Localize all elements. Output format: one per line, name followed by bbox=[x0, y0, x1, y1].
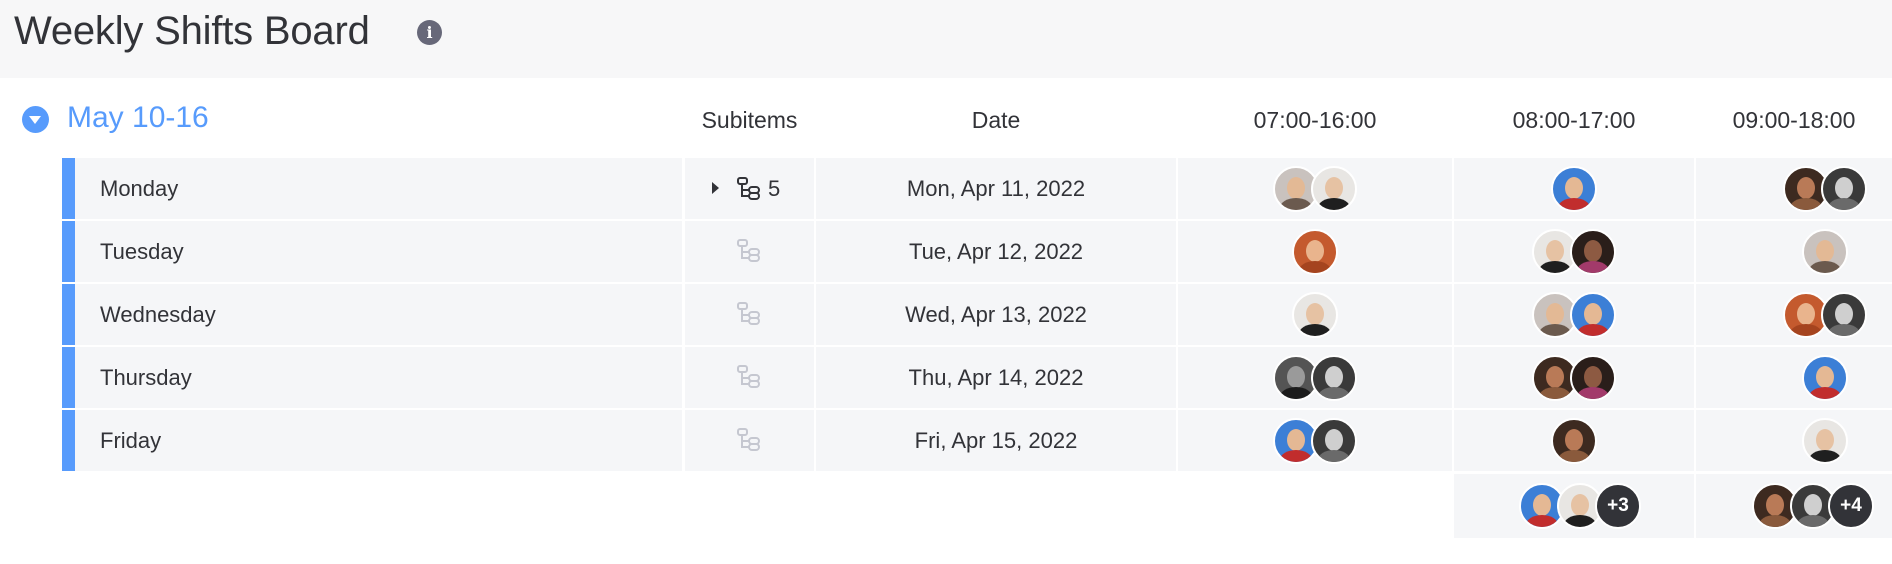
more-people-badge[interactable]: +3 bbox=[1595, 483, 1641, 529]
avatar-woman-dark[interactable] bbox=[1570, 229, 1616, 275]
column-header-shift-2[interactable]: 08:00-17:00 bbox=[1454, 106, 1694, 134]
info-icon[interactable]: i bbox=[417, 20, 442, 45]
avatar-group bbox=[1551, 166, 1597, 212]
avatar-group bbox=[1802, 355, 1848, 401]
subitems-cell[interactable] bbox=[685, 221, 814, 282]
avatar-woman-curly[interactable] bbox=[1551, 418, 1597, 464]
avatar-group bbox=[1802, 418, 1848, 464]
item-name: Friday bbox=[100, 428, 162, 453]
date-cell[interactable]: Fri, Apr 15, 2022 bbox=[816, 410, 1176, 471]
date-cell[interactable]: Tue, Apr 12, 2022 bbox=[816, 221, 1176, 282]
subitems-button[interactable]: 5 bbox=[712, 173, 802, 204]
avatar-superhero[interactable] bbox=[1802, 355, 1848, 401]
item-name-cell[interactable]: Monday bbox=[75, 158, 682, 219]
subitems-cell[interactable] bbox=[685, 347, 814, 408]
avatar-group bbox=[1532, 292, 1616, 338]
row-color-bar bbox=[62, 158, 75, 219]
avatar-woman-gray[interactable] bbox=[1821, 292, 1867, 338]
more-people-badge[interactable]: +4 bbox=[1828, 483, 1874, 529]
item-name-cell[interactable]: Thursday bbox=[75, 347, 682, 408]
row-color-bar bbox=[62, 347, 75, 408]
subitems-icon[interactable] bbox=[736, 301, 762, 327]
board-title[interactable]: Weekly Shifts Board bbox=[14, 9, 370, 53]
row-color-bar bbox=[62, 221, 75, 282]
people-cell-shift1[interactable] bbox=[1178, 158, 1452, 219]
people-cell-shift1[interactable] bbox=[1178, 284, 1452, 345]
item-name-cell[interactable]: Friday bbox=[75, 410, 682, 471]
board-header: Weekly Shifts Board i bbox=[0, 0, 1892, 78]
summary-shift-2: +3 bbox=[1454, 474, 1694, 538]
subitems-icon[interactable] bbox=[736, 427, 762, 453]
subitems-cell[interactable] bbox=[685, 284, 814, 345]
date-cell[interactable]: Mon, Apr 11, 2022 bbox=[816, 158, 1176, 219]
people-cell-shift1[interactable] bbox=[1178, 410, 1452, 471]
avatar-group bbox=[1551, 418, 1597, 464]
subitems-count: 5 bbox=[768, 176, 781, 201]
avatar-woman-light-hair[interactable] bbox=[1802, 229, 1848, 275]
avatar-group bbox=[1273, 418, 1357, 464]
item-name-cell[interactable]: Wednesday bbox=[75, 284, 682, 345]
avatar-group bbox=[1802, 229, 1848, 275]
summary-shift-3: +4 bbox=[1696, 474, 1892, 538]
item-name: Monday bbox=[100, 176, 179, 201]
people-cell-shift3[interactable] bbox=[1696, 410, 1892, 471]
people-cell-shift3[interactable] bbox=[1696, 347, 1892, 408]
avatar-group bbox=[1292, 292, 1338, 338]
people-cell-shift1[interactable] bbox=[1178, 221, 1452, 282]
avatar-group bbox=[1783, 292, 1867, 338]
avatar-woman-gray[interactable] bbox=[1821, 166, 1867, 212]
avatar-superhero[interactable] bbox=[1551, 166, 1597, 212]
item-name-cell[interactable]: Tuesday bbox=[75, 221, 682, 282]
column-header-shift-1[interactable]: 07:00-16:00 bbox=[1178, 106, 1452, 134]
date-cell[interactable]: Thu, Apr 14, 2022 bbox=[816, 347, 1176, 408]
subitems-icon[interactable] bbox=[736, 238, 762, 264]
avatar-group bbox=[1532, 355, 1616, 401]
avatar-superhero[interactable] bbox=[1570, 292, 1616, 338]
avatar-man-dark-shirt[interactable] bbox=[1802, 418, 1848, 464]
item-name: Tuesday bbox=[100, 239, 184, 264]
subitems-cell[interactable]: 5 bbox=[685, 158, 814, 219]
avatar-man-dark-shirt[interactable] bbox=[1311, 166, 1357, 212]
people-cell-shift3[interactable] bbox=[1696, 221, 1892, 282]
collapse-group-icon[interactable] bbox=[22, 106, 49, 133]
avatar-woman-red-hair[interactable] bbox=[1292, 229, 1338, 275]
people-cell-shift2[interactable] bbox=[1454, 158, 1694, 219]
group-title[interactable]: May 10-16 bbox=[67, 100, 209, 136]
subitems-icon bbox=[737, 177, 760, 200]
subitems-cell[interactable] bbox=[685, 410, 814, 471]
date-cell[interactable]: Wed, Apr 13, 2022 bbox=[816, 284, 1176, 345]
column-header-subitems[interactable]: Subitems bbox=[685, 106, 814, 134]
avatar-group bbox=[1273, 166, 1357, 212]
summary-avatars[interactable]: +3 bbox=[1519, 483, 1641, 529]
item-name: Wednesday bbox=[100, 302, 216, 327]
people-cell-shift1[interactable] bbox=[1178, 347, 1452, 408]
avatar-group bbox=[1783, 166, 1867, 212]
summary-avatars[interactable]: +4 bbox=[1752, 483, 1874, 529]
avatar-group bbox=[1292, 229, 1338, 275]
people-cell-shift3[interactable] bbox=[1696, 158, 1892, 219]
avatar-group bbox=[1273, 355, 1357, 401]
people-cell-shift2[interactable] bbox=[1454, 347, 1694, 408]
column-header-date[interactable]: Date bbox=[816, 106, 1176, 134]
row-color-bar bbox=[62, 284, 75, 345]
subitems-icon[interactable] bbox=[736, 364, 762, 390]
row-color-bar bbox=[62, 410, 75, 471]
avatar-woman-gray[interactable] bbox=[1311, 418, 1357, 464]
avatar-group bbox=[1532, 229, 1616, 275]
avatar-woman-dark[interactable] bbox=[1570, 355, 1616, 401]
people-cell-shift2[interactable] bbox=[1454, 221, 1694, 282]
people-cell-shift3[interactable] bbox=[1696, 284, 1892, 345]
avatar-man-dark-shirt[interactable] bbox=[1292, 292, 1338, 338]
avatar-woman-gray[interactable] bbox=[1311, 355, 1357, 401]
item-name: Thursday bbox=[100, 365, 192, 390]
expand-arrow-icon bbox=[712, 182, 719, 194]
column-header-shift-3[interactable]: 09:00-18:00 bbox=[1696, 106, 1892, 134]
people-cell-shift2[interactable] bbox=[1454, 410, 1694, 471]
people-cell-shift2[interactable] bbox=[1454, 284, 1694, 345]
